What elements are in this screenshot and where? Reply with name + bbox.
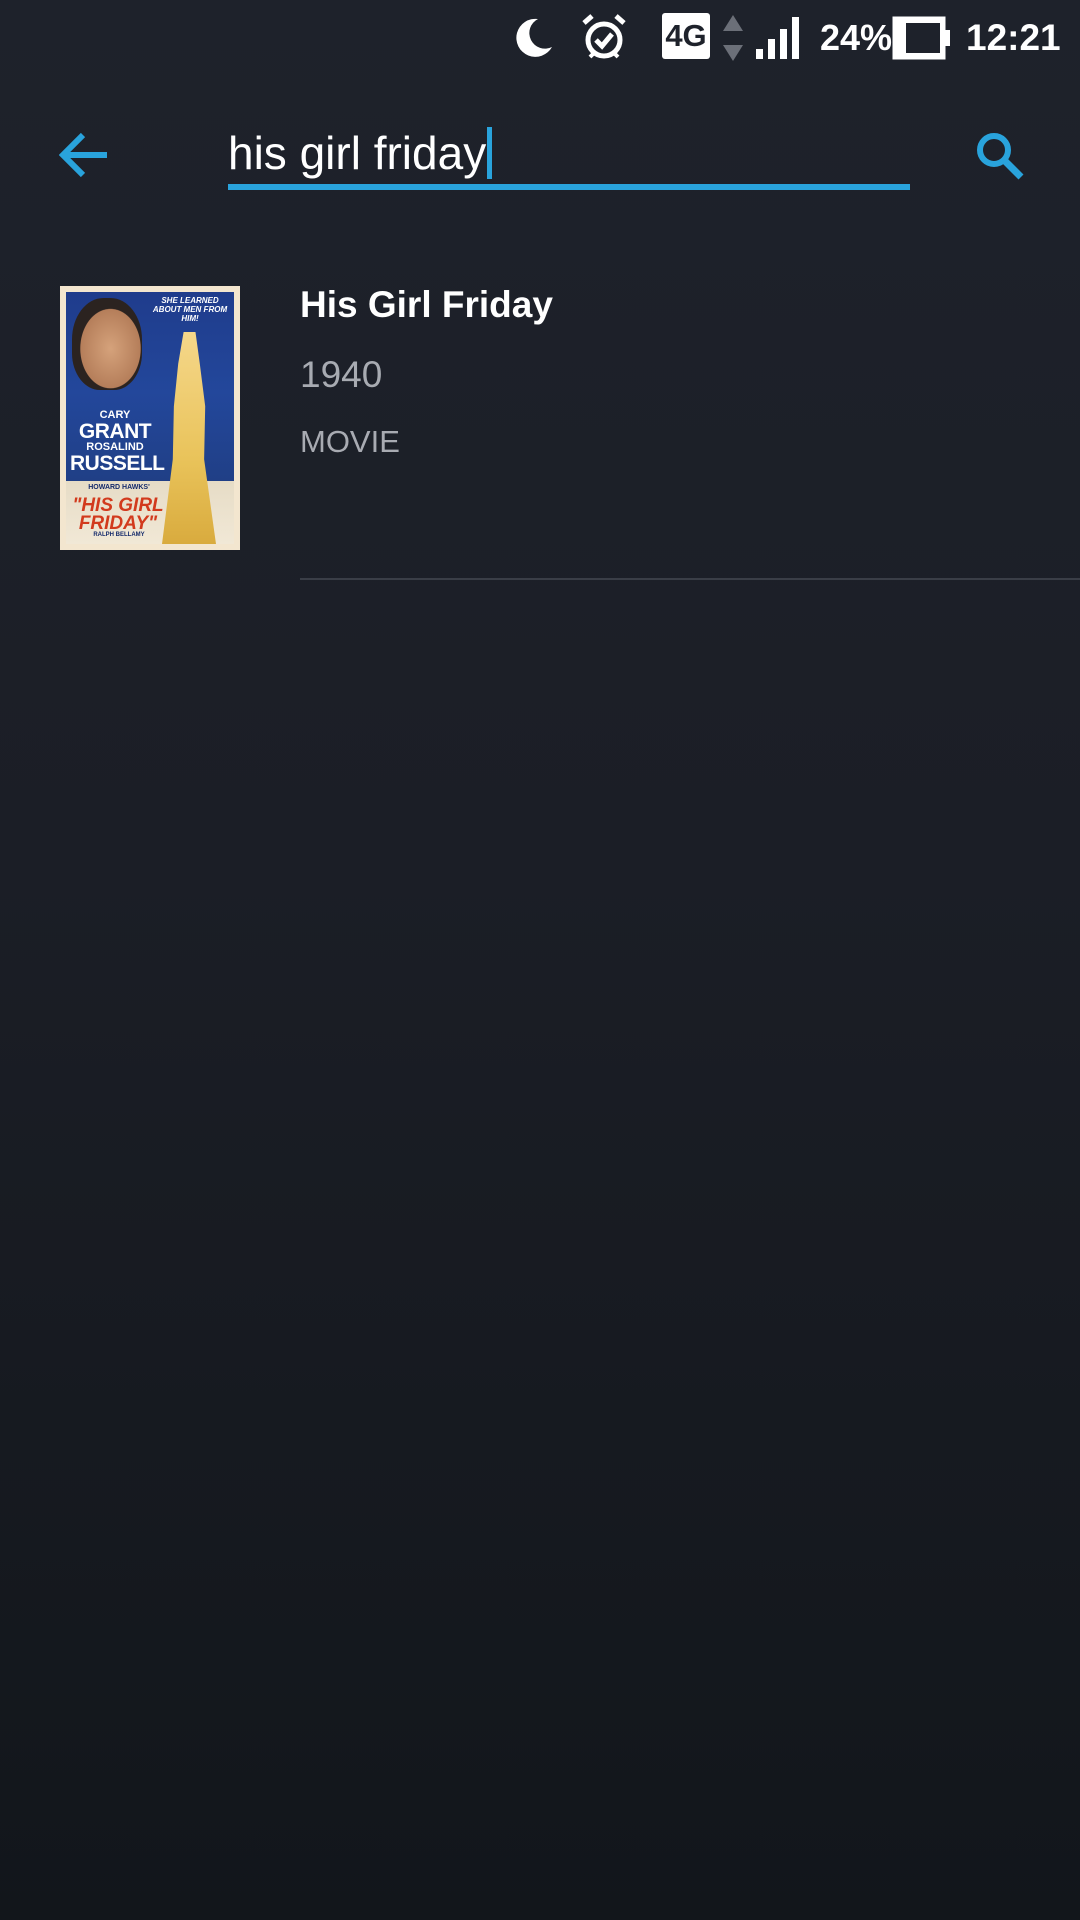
network-4g-icon: 4G [662, 13, 710, 59]
search-button[interactable] [970, 126, 1030, 186]
arrow-left-icon [59, 132, 107, 178]
clock: 12:21 [966, 17, 1061, 58]
text-caret [487, 127, 493, 179]
divider [300, 578, 1080, 580]
signal-icon [754, 0, 806, 76]
moon-icon [510, 0, 560, 76]
poster-tagline: SHE LEARNED ABOUT MEN FROM HIM! [152, 296, 228, 323]
search-input[interactable]: his girl friday [228, 126, 493, 180]
back-button[interactable] [50, 120, 120, 190]
battery-icon [892, 0, 954, 76]
poster-director: HOWARD HAWKS' [88, 484, 150, 491]
search-query-text: his girl friday [228, 127, 487, 179]
result-type: MOVIE [300, 424, 400, 459]
poster-credits: CARY GRANT ROSALIND RUSSELL [70, 410, 165, 475]
search-icon [977, 133, 1024, 180]
movie-poster: SHE LEARNED ABOUT MEN FROM HIM! CARY GRA… [60, 286, 240, 550]
alarm-icon [580, 0, 640, 76]
result-title: His Girl Friday [300, 284, 553, 325]
search-result-item[interactable]: SHE LEARNED ABOUT MEN FROM HIM! CARY GRA… [0, 270, 1080, 580]
search-field[interactable]: his girl friday [228, 118, 910, 190]
poster-face-art [72, 298, 142, 390]
poster-actor2-last: RUSSELL [70, 452, 165, 475]
battery-percent: 24% [820, 17, 893, 58]
result-year: 1940 [300, 354, 383, 395]
poster-figure-art [162, 332, 216, 544]
poster-cast: RALPH BELLAMY [93, 532, 145, 538]
poster-actor1-last: GRANT [78, 420, 152, 443]
poster-title: "HIS GIRL FRIDAY" [72, 495, 164, 534]
status-bar: 4G 24% 12:21 [0, 0, 1080, 76]
data-arrows-icon [722, 0, 744, 76]
